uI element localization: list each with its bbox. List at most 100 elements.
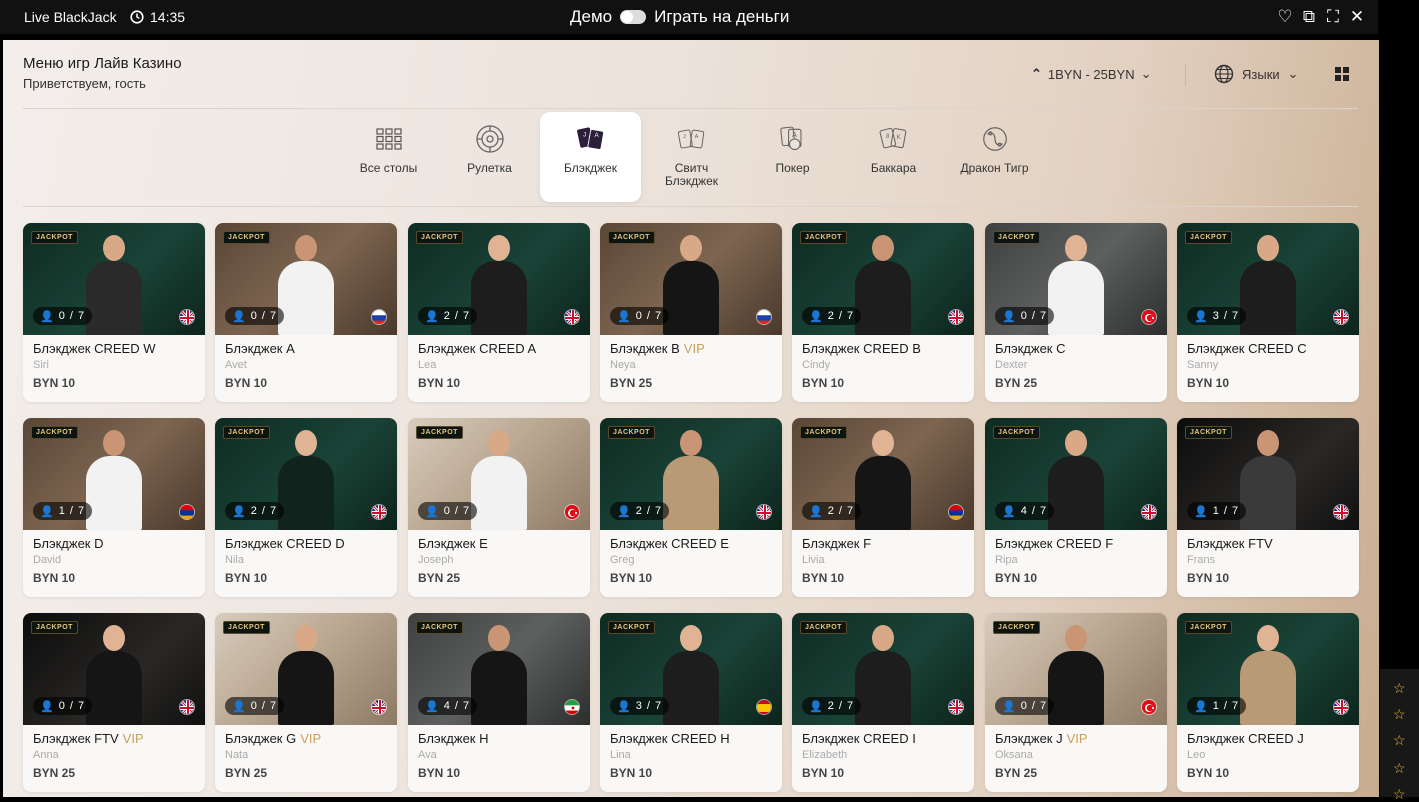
jackpot-badge: JACKPOT (223, 426, 270, 439)
clock-icon (130, 10, 144, 24)
table-card[interactable]: JACKPOT 👤 1 / 7 Блэкджек D David BYN 10 (23, 418, 205, 597)
dealer-thumbnail: JACKPOT 👤 2 / 7 (792, 418, 974, 530)
table-title: Блэкджек FTV (1187, 536, 1273, 551)
tab-dragon-tiger[interactable]: Дракон Тигр (944, 112, 1045, 202)
dealer-figure (469, 235, 529, 335)
bet-limits-filter[interactable]: ⌃ 1BYN - 25BYN ⌄ (1031, 66, 1152, 82)
dealer-figure (853, 235, 913, 335)
min-bet: BYN 10 (610, 766, 653, 780)
table-title: Блэкджек G (225, 731, 297, 746)
table-title: Блэкджек E (418, 536, 488, 551)
window-controls: ♡ ⧉ ⛶ ✕ (1276, 7, 1366, 27)
table-card[interactable]: JACKPOT 👤 1 / 7 Блэкджек CREED J Leo BYN 10 (1177, 613, 1359, 792)
table-card[interactable]: JACKPOT 👤 2 / 7 Блэкджек CREED D Nila BYN 10 (215, 418, 397, 597)
language-selector[interactable]: Языки ⌄ (1214, 64, 1299, 84)
table-name: Блэкджек A (225, 341, 295, 356)
favorite-heart-icon[interactable]: ♡ (1276, 7, 1294, 27)
mode-switch[interactable]: Демо Играть на деньги (570, 7, 789, 27)
jackpot-badge: JACKPOT (608, 231, 655, 244)
dealer-name: Siri (33, 359, 49, 371)
dealer-thumbnail: JACKPOT 👤 0 / 7 (985, 223, 1167, 335)
dealer-thumbnail: JACKPOT 👤 2 / 7 (600, 418, 782, 530)
table-card[interactable]: JACKPOT 👤 2 / 7 Блэкджек F Livia BYN 10 (792, 418, 974, 597)
favorite-star-icon[interactable]: ☆ (1393, 707, 1407, 721)
table-title: Блэкджек CREED A (418, 341, 537, 356)
real-money-label: Играть на деньги (654, 7, 790, 26)
tab-switch-blackjack[interactable]: J A Свитч Блэкджек (641, 112, 742, 202)
seats-count: 2 / 7 (827, 310, 855, 322)
user-icon: 👤 (809, 310, 824, 323)
tab-grid[interactable]: Все столы (338, 112, 439, 202)
dealer-name: Dexter (995, 359, 1028, 371)
tab-poker[interactable]: A Покер (742, 112, 843, 202)
favorite-star-icon[interactable]: ☆ (1393, 787, 1407, 801)
fullscreen-icon[interactable]: ⛶ (1324, 7, 1342, 27)
user-icon: 👤 (40, 700, 55, 713)
user-icon: 👤 (617, 505, 632, 518)
app-title: Live BlackJack (24, 9, 117, 25)
user-icon: 👤 (809, 505, 824, 518)
min-bet: BYN 25 (33, 766, 76, 780)
min-bet: BYN 10 (1187, 571, 1230, 585)
am-flag-icon (179, 504, 195, 520)
seats-badge: 👤 2 / 7 (802, 697, 862, 715)
dealer-thumbnail: JACKPOT 👤 0 / 7 (985, 613, 1167, 725)
jackpot-badge: JACKPOT (223, 621, 270, 634)
table-card[interactable]: JACKPOT 👤 0 / 7 Блэкджек E Joseph BYN 25 (408, 418, 590, 597)
uk-flag-icon (1333, 309, 1349, 325)
min-bet: BYN 10 (225, 571, 268, 585)
dealer-name: Neya (610, 359, 636, 371)
dealer-name: Cindy (802, 359, 831, 371)
table-card[interactable]: JACKPOT 👤 0 / 7 Блэкджек A Avet BYN 10 (215, 223, 397, 402)
seats-count: 2 / 7 (443, 310, 471, 322)
table-card[interactable]: JACKPOT 👤 0 / 7 Блэкджек J VIP Oksana BYN 25 (985, 613, 1167, 792)
favorite-star-icon[interactable]: ☆ (1393, 761, 1407, 775)
table-card[interactable]: JACKPOT 👤 3 / 7 Блэкджек CREED H Lina BYN 10 (600, 613, 782, 792)
user-icon: 👤 (617, 310, 632, 323)
seats-badge: 👤 2 / 7 (802, 307, 862, 325)
table-card[interactable]: JACKPOT 👤 0 / 7 Блэкджек CREED W Siri BYN 10 (23, 223, 205, 402)
table-card[interactable]: JACKPOT 👤 0 / 7 Блэкджек C Dexter BYN 25 (985, 223, 1167, 402)
table-card[interactable]: JACKPOT 👤 2 / 7 Блэкджек CREED I Elizabeth BY… (792, 613, 974, 792)
limits-value: 1BYN - 25BYN (1047, 66, 1135, 82)
table-name: Блэкджек CREED H (610, 731, 730, 746)
table-card[interactable]: JACKPOT 👤 3 / 7 Блэкджек CREED C Sanny BYN 10 (1177, 223, 1359, 402)
table-card[interactable]: JACKPOT 👤 4 / 7 Блэкджек H Ava BYN 10 (408, 613, 590, 792)
seats-badge: 👤 1 / 7 (1187, 502, 1247, 520)
close-icon[interactable]: ✕ (1348, 7, 1366, 27)
demo-label: Демо (570, 7, 613, 26)
popout-icon[interactable]: ⧉ (1300, 7, 1318, 27)
dealer-figure (1238, 625, 1298, 725)
table-card[interactable]: JACKPOT 👤 2 / 7 Блэкджек CREED E Greg BYN 10 (600, 418, 782, 597)
min-bet: BYN 10 (418, 376, 461, 390)
favorite-star-icon[interactable]: ☆ (1393, 681, 1407, 695)
tab-baccarat[interactable]: 8 K Баккара (843, 112, 944, 202)
table-card[interactable]: JACKPOT 👤 1 / 7 Блэкджек FTV Frans BYN 10 (1177, 418, 1359, 597)
mode-toggle[interactable] (620, 10, 647, 24)
favorite-star-icon[interactable]: ☆ (1393, 733, 1407, 747)
dealer-name: Lea (418, 359, 437, 371)
table-card[interactable]: JACKPOT 👤 0 / 7 Блэкджек FTV VIP Anna BYN 25 (23, 613, 205, 792)
tab-roulette[interactable]: Рулетка (439, 112, 540, 202)
min-bet: BYN 25 (995, 376, 1038, 390)
user-icon: 👤 (809, 700, 824, 713)
dealer-figure (1046, 625, 1106, 725)
user-icon: 👤 (40, 310, 55, 323)
table-card[interactable]: JACKPOT 👤 0 / 7 Блэкджек B VIP Neya BYN 25 (600, 223, 782, 402)
table-card[interactable]: JACKPOT 👤 4 / 7 Блэкджек CREED F Ripa BYN 10 (985, 418, 1167, 597)
table-title: Блэкджек B (610, 341, 680, 356)
table-card[interactable]: JACKPOT 👤 2 / 7 Блэкджек CREED B Cindy BYN 10 (792, 223, 974, 402)
tab-blackjack-cards[interactable]: J A Блэкджек (540, 112, 641, 202)
jackpot-badge: JACKPOT (31, 621, 78, 634)
jackpot-badge: JACKPOT (31, 426, 78, 439)
user-icon: 👤 (1002, 505, 1017, 518)
min-bet: BYN 10 (802, 376, 845, 390)
table-card[interactable]: JACKPOT 👤 0 / 7 Блэкджек G VIP Nata BYN 25 (215, 613, 397, 792)
table-title: Блэкджек H (418, 731, 489, 746)
favorites-panel: ☆ ☆ ☆ ☆ ☆ (1380, 669, 1419, 801)
grid-view-icon[interactable] (1335, 67, 1349, 81)
table-card[interactable]: JACKPOT 👤 2 / 7 Блэкджек CREED A Lea BYN 10 (408, 223, 590, 402)
uk-flag-icon (948, 309, 964, 325)
dealer-figure (276, 625, 336, 725)
dealer-name: Nata (225, 749, 249, 761)
